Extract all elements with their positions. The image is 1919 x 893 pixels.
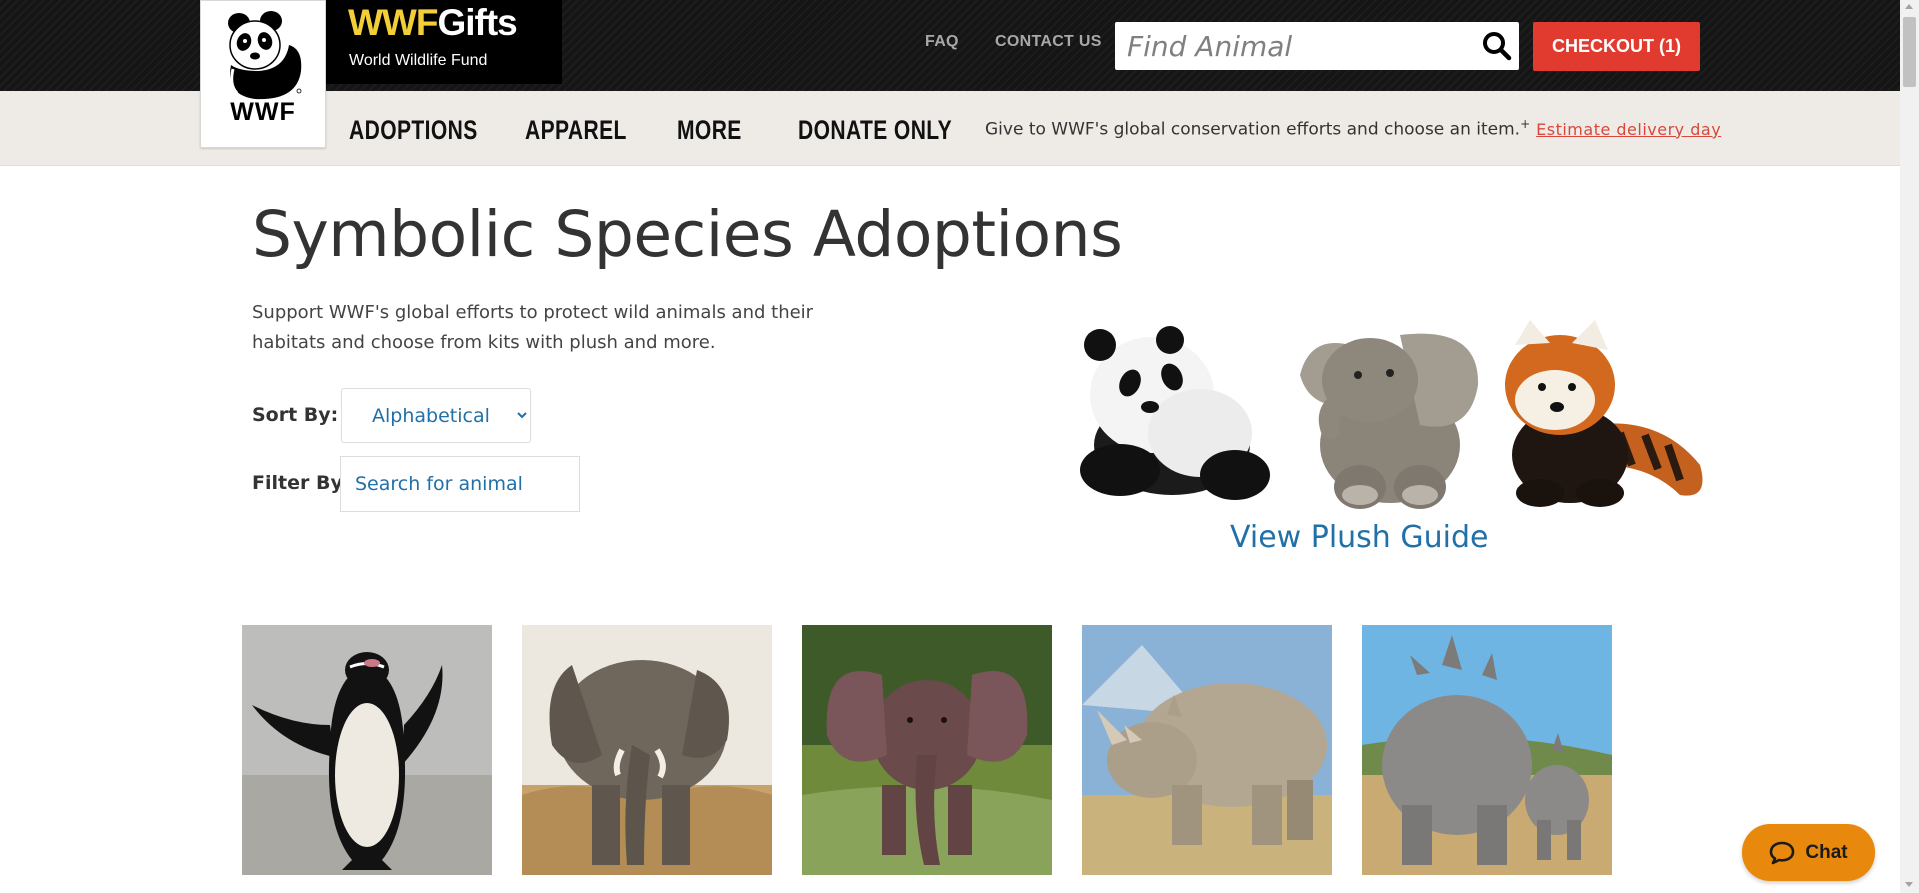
brand-title: WWFGifts bbox=[348, 2, 518, 43]
animal-card-rhino-with-calf[interactable] bbox=[1362, 625, 1612, 875]
penguin-image bbox=[242, 625, 492, 875]
filter-animal-input[interactable] bbox=[340, 456, 580, 512]
elephant-image bbox=[522, 625, 772, 875]
animal-card-elephant[interactable] bbox=[522, 625, 772, 875]
chat-label: Chat bbox=[1805, 841, 1848, 863]
find-animal-input[interactable] bbox=[1127, 22, 1467, 70]
animal-card-rhino[interactable] bbox=[1082, 625, 1332, 875]
elephant-plush-image bbox=[1300, 333, 1479, 509]
red-panda-plush-image bbox=[1505, 320, 1703, 507]
nav-more[interactable]: MORE bbox=[677, 115, 742, 146]
sort-select[interactable]: Alphabetical bbox=[341, 388, 531, 443]
wwf-gifts-brand[interactable]: WWFGifts World Wildlife Fund bbox=[326, 0, 562, 84]
rhino-with-calf-image bbox=[1362, 625, 1612, 875]
filter-label: Filter By: bbox=[252, 472, 351, 494]
wwf-logo[interactable]: WWF bbox=[200, 0, 326, 148]
estimate-delivery-link[interactable]: Estimate delivery day bbox=[1536, 120, 1721, 139]
find-animal-search bbox=[1115, 22, 1519, 70]
checkout-button[interactable]: CHECKOUT (1) bbox=[1533, 22, 1700, 71]
panda-plush-image bbox=[1080, 326, 1270, 500]
nav-apparel[interactable]: APPAREL bbox=[525, 115, 627, 146]
search-icon[interactable] bbox=[1481, 30, 1513, 62]
footnote-mark: + bbox=[1520, 117, 1531, 131]
scroll-up-arrow-icon[interactable] bbox=[1905, 4, 1913, 9]
sort-label: Sort By: bbox=[252, 404, 339, 426]
page-scrollbar[interactable] bbox=[1900, 0, 1919, 893]
brand-subtitle: World Wildlife Fund bbox=[349, 52, 488, 69]
page-title: Symbolic Species Adoptions bbox=[252, 198, 1123, 271]
panda-logo-icon bbox=[228, 11, 302, 100]
animal-card-penguin[interactable] bbox=[242, 625, 492, 875]
scroll-down-arrow-icon[interactable] bbox=[1905, 882, 1913, 887]
faq-link[interactable]: FAQ bbox=[925, 33, 959, 51]
nav-adoptions[interactable]: ADOPTIONS bbox=[349, 115, 478, 146]
view-plush-guide-link[interactable]: View Plush Guide bbox=[1230, 520, 1488, 555]
plush-images bbox=[1080, 320, 1703, 509]
wwf-logo-text: WWF bbox=[230, 98, 296, 126]
nav-donate-only[interactable]: DONATE ONLY bbox=[798, 115, 952, 146]
rhino-image bbox=[1082, 625, 1332, 875]
animal-card-baby-elephant[interactable] bbox=[802, 625, 1052, 875]
page-description: Support WWF's global efforts to protect … bbox=[252, 302, 814, 353]
conservation-message: Give to WWF's global conservation effort… bbox=[985, 117, 1722, 140]
chat-button[interactable]: Chat bbox=[1742, 824, 1875, 881]
contact-us-link[interactable]: CONTACT US bbox=[995, 33, 1102, 51]
baby-elephant-image bbox=[802, 625, 1052, 875]
scroll-thumb[interactable] bbox=[1903, 17, 1916, 87]
chat-bubble-icon bbox=[1770, 841, 1795, 864]
